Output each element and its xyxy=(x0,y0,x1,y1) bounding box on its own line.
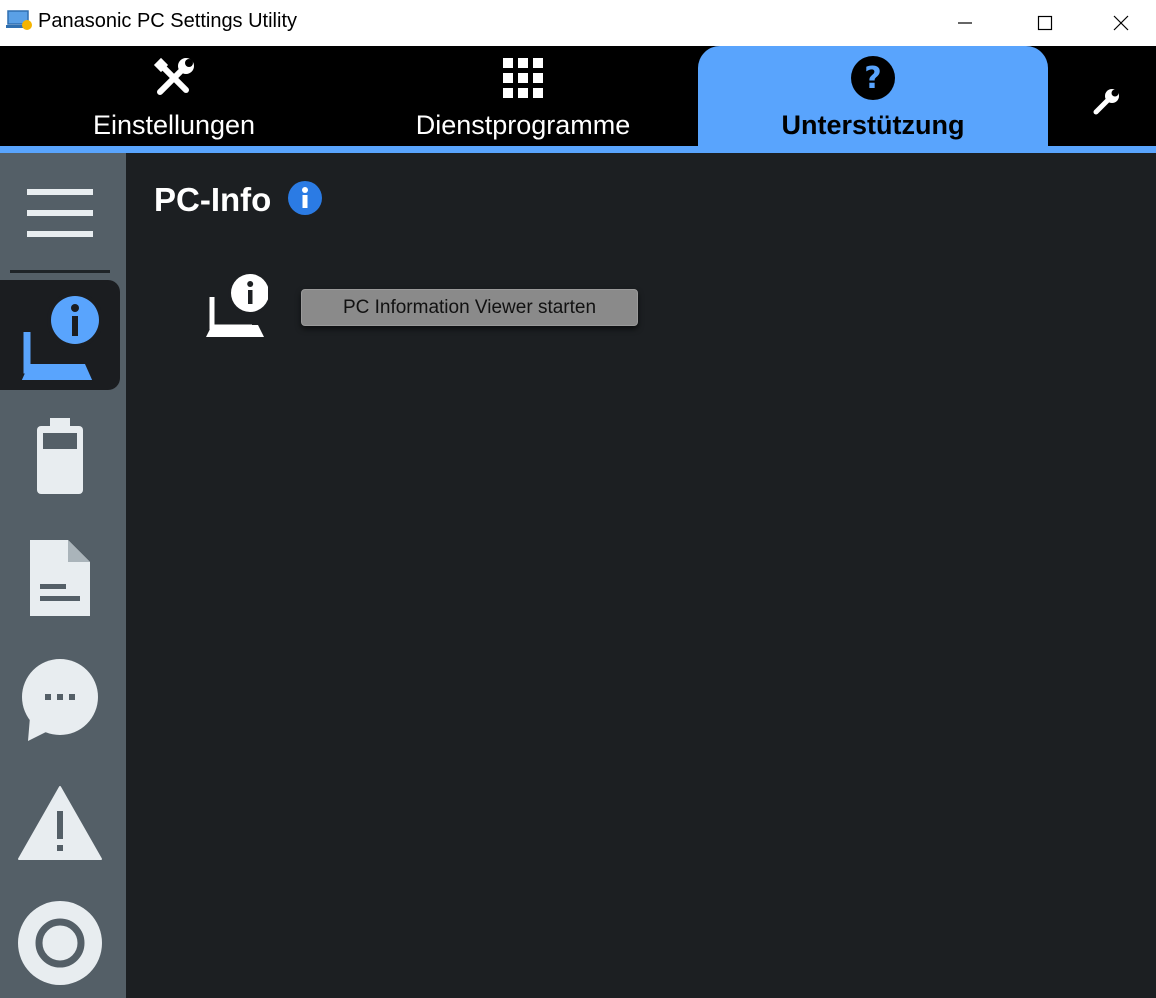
help-icon: ? xyxy=(851,56,895,100)
close-icon xyxy=(1113,15,1128,31)
menu-icon xyxy=(27,189,93,237)
document-icon xyxy=(30,540,90,616)
tools-icon xyxy=(153,57,194,95)
tab-label: Dienstprogramme xyxy=(415,110,631,140)
target-icon xyxy=(18,901,102,985)
tab-underline xyxy=(0,146,1156,153)
sidebar-divider xyxy=(10,270,110,273)
main-content: PC-Info PC Information Viewer starten xyxy=(126,153,1156,998)
tools-button[interactable] xyxy=(1080,76,1132,128)
pc-info-viewer-icon xyxy=(206,271,268,337)
sidebar-menu-button[interactable] xyxy=(0,173,120,253)
minimize-button[interactable] xyxy=(925,0,1005,46)
chat-icon xyxy=(22,659,98,741)
grid-icon xyxy=(503,58,543,98)
sidebar-item-pc-info[interactable] xyxy=(0,280,120,390)
sidebar-item-document[interactable] xyxy=(0,533,120,623)
tab-einstellungen[interactable]: Einstellungen xyxy=(0,46,348,146)
sidebar-item-target[interactable] xyxy=(0,898,120,988)
tab-label: Unterstützung xyxy=(781,110,965,140)
info-icon[interactable] xyxy=(288,181,322,215)
app-icon xyxy=(6,10,32,30)
launch-pc-information-viewer-button[interactable]: PC Information Viewer starten xyxy=(301,289,638,326)
minimize-icon xyxy=(958,22,972,24)
tab-unterstuetzung[interactable]: ? Unterstützung xyxy=(698,46,1048,146)
tab-dienstprogramme[interactable]: Dienstprogramme xyxy=(348,46,698,146)
page-title: PC-Info xyxy=(154,181,272,218)
title-bar: Panasonic PC Settings Utility xyxy=(0,0,1156,46)
maximize-button[interactable] xyxy=(1005,0,1085,46)
pc-info-icon xyxy=(21,292,101,380)
warning-icon xyxy=(18,786,102,860)
sidebar-item-battery[interactable] xyxy=(0,411,120,501)
maximize-icon xyxy=(1037,15,1053,31)
window-title: Panasonic PC Settings Utility xyxy=(38,10,298,32)
main-tab-bar: Einstellungen Dienstprogramme ? Unterstü… xyxy=(0,46,1156,146)
svg-text:?: ? xyxy=(864,61,881,96)
wrench-icon xyxy=(1093,89,1119,115)
close-button[interactable] xyxy=(1085,0,1156,46)
sidebar xyxy=(0,153,126,998)
sidebar-item-warning[interactable] xyxy=(0,778,120,868)
tab-label: Einstellungen xyxy=(92,110,256,140)
sidebar-item-chat[interactable] xyxy=(0,656,120,746)
battery-icon xyxy=(37,418,83,494)
